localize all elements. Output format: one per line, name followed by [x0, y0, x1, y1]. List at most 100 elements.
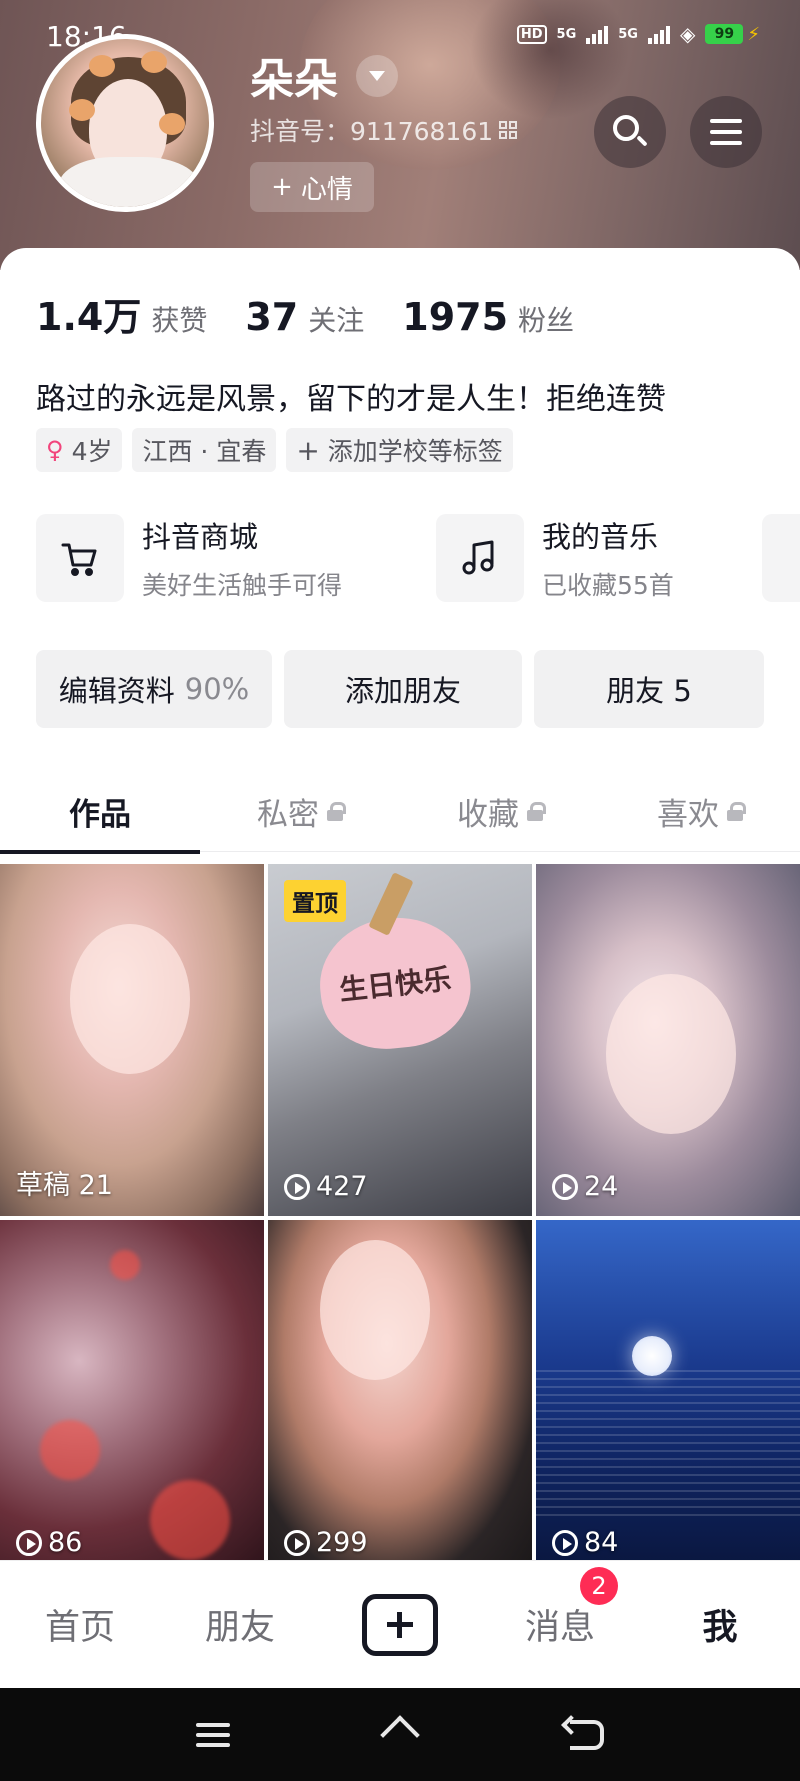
- wifi-icon: ◈: [679, 22, 696, 46]
- video-thumbnail[interactable]: 299: [268, 1220, 532, 1572]
- friends-button[interactable]: 朋友 5: [534, 650, 764, 728]
- pinned-badge: 置顶: [284, 880, 346, 922]
- play-icon: [284, 1529, 310, 1556]
- service-more[interactable]: [762, 514, 800, 602]
- thumbnail-face: [70, 924, 190, 1074]
- qr-code-icon[interactable]: [499, 121, 518, 139]
- bear-sticker-icon: [69, 99, 95, 121]
- sea-reflection: [536, 1370, 800, 1520]
- service-subtitle: 已收藏55首: [542, 571, 674, 600]
- stat-label: 获赞: [151, 304, 208, 337]
- network-label-1: 5G: [556, 26, 577, 42]
- tab-private[interactable]: 私密: [200, 770, 400, 852]
- search-icon: [613, 115, 648, 149]
- video-grid: 草稿 21 生日快乐 置顶 427 24 86 299 84: [0, 864, 800, 1572]
- bokeh-light: [150, 1480, 230, 1560]
- battery-level: 99: [705, 24, 744, 44]
- bokeh-light: [110, 1250, 140, 1280]
- location-tag-label: 江西 · 宜春: [142, 437, 267, 466]
- home-icon[interactable]: [382, 1721, 418, 1749]
- tab-label: 作品: [69, 796, 131, 833]
- tab-works[interactable]: 作品: [0, 770, 200, 854]
- nav-create[interactable]: [320, 1593, 480, 1656]
- bio-text[interactable]: 路过的永远是风景，留下的才是人生！拒绝连赞: [36, 374, 666, 418]
- edit-profile-progress: 90%: [184, 672, 250, 706]
- female-icon: ♀: [46, 436, 64, 464]
- status-icons: HD 5G 5G ◈ 99 ⚡: [516, 22, 760, 46]
- bear-sticker-icon: [141, 51, 167, 73]
- cart-icon: [36, 514, 124, 602]
- service-more-icon: [762, 514, 800, 602]
- signal-icon-2: [647, 24, 670, 44]
- play-icon: [16, 1529, 42, 1556]
- network-label-2: 5G: [618, 26, 638, 42]
- video-thumbnail[interactable]: 86: [0, 1220, 264, 1572]
- add-school-tag[interactable]: + 添加学校等标签: [286, 428, 513, 472]
- play-icon: [552, 1173, 578, 1200]
- menu-button[interactable]: [690, 96, 762, 168]
- thumbnail-face: [606, 974, 736, 1134]
- age-tag[interactable]: ♀ 4岁: [36, 428, 123, 472]
- recent-apps-icon[interactable]: [196, 1722, 230, 1747]
- video-thumbnail[interactable]: 84: [536, 1220, 800, 1572]
- location-tag[interactable]: 江西 · 宜春: [132, 428, 277, 472]
- friends-label: 朋友 5: [606, 674, 692, 708]
- profile-card: 1.4万 获赞 37 关注 1975 粉丝 路过的永远是风景，留下的才是人生！拒…: [0, 248, 800, 868]
- tab-likes[interactable]: 喜欢: [600, 770, 800, 852]
- view-count: 299: [284, 1527, 368, 1558]
- birthday-heart-card: 生日快乐: [313, 910, 477, 1056]
- unread-badge: 2: [580, 1567, 618, 1605]
- play-icon: [552, 1529, 578, 1556]
- tab-favorites[interactable]: 收藏: [400, 770, 600, 852]
- service-title: 抖音商城: [142, 520, 259, 554]
- view-count-value: 24: [584, 1171, 619, 1202]
- hd-icon: HD: [516, 24, 547, 44]
- lock-icon: [327, 802, 346, 821]
- stat-likes[interactable]: 1.4万 获赞: [36, 286, 207, 341]
- signal-icon-1: [586, 24, 609, 44]
- battery-icon: 99 ⚡: [705, 24, 760, 45]
- stat-value: 37: [245, 295, 299, 339]
- view-count: 427: [284, 1171, 368, 1202]
- avatar[interactable]: [36, 34, 214, 212]
- nav-home[interactable]: 首页: [0, 1599, 160, 1650]
- nav-me[interactable]: 我: [640, 1599, 800, 1650]
- age-tag-label: 4岁: [71, 437, 113, 466]
- view-count: 84: [552, 1527, 618, 1558]
- stat-following[interactable]: 37 关注: [245, 295, 364, 339]
- play-icon: [284, 1173, 310, 1200]
- douyin-id[interactable]: 抖音号：911768161: [250, 112, 518, 148]
- edit-profile-button[interactable]: 编辑资料 90%: [36, 650, 272, 728]
- thumbnail-face: [320, 1240, 430, 1380]
- add-school-tag-label: 添加学校等标签: [327, 437, 503, 466]
- username-row: 朵朵: [250, 44, 398, 108]
- video-thumbnail-drafts[interactable]: 草稿 21: [0, 864, 264, 1216]
- add-friend-button[interactable]: 添加朋友: [284, 650, 522, 728]
- music-note-icon: [436, 514, 524, 602]
- account-switch-button[interactable]: [356, 55, 398, 97]
- mood-button[interactable]: + 心情: [250, 162, 374, 212]
- view-count-value: 86: [48, 1527, 83, 1558]
- nav-messages[interactable]: 消息 2: [480, 1567, 640, 1650]
- nav-messages-label: 消息: [524, 1608, 595, 1648]
- view-count: 86: [16, 1527, 82, 1558]
- back-icon[interactable]: [570, 1719, 604, 1750]
- search-button[interactable]: [594, 96, 666, 168]
- video-thumbnail[interactable]: 生日快乐 置顶 427: [268, 864, 532, 1216]
- view-count: 24: [552, 1171, 618, 1202]
- mood-button-label: 心情: [300, 174, 353, 205]
- service-my-music[interactable]: 我的音乐 已收藏55首: [436, 514, 674, 602]
- edit-profile-label: 编辑资料: [58, 674, 175, 708]
- service-title: 我的音乐: [542, 520, 659, 554]
- service-douyin-mall[interactable]: 抖音商城 美好生活触手可得: [36, 514, 342, 602]
- stat-followers[interactable]: 1975 粉丝: [402, 295, 574, 339]
- nav-friends[interactable]: 朋友: [160, 1599, 320, 1650]
- plus-icon: [387, 1611, 413, 1638]
- create-button[interactable]: [362, 1593, 438, 1656]
- add-friend-label: 添加朋友: [344, 674, 461, 708]
- content-tabs: 作品 私密 收藏 喜欢: [0, 770, 800, 854]
- stat-value: 1975: [402, 295, 509, 339]
- stat-label: 关注: [308, 304, 365, 337]
- profile-stats: 1.4万 获赞 37 关注 1975 粉丝: [36, 286, 612, 341]
- video-thumbnail[interactable]: 24: [536, 864, 800, 1216]
